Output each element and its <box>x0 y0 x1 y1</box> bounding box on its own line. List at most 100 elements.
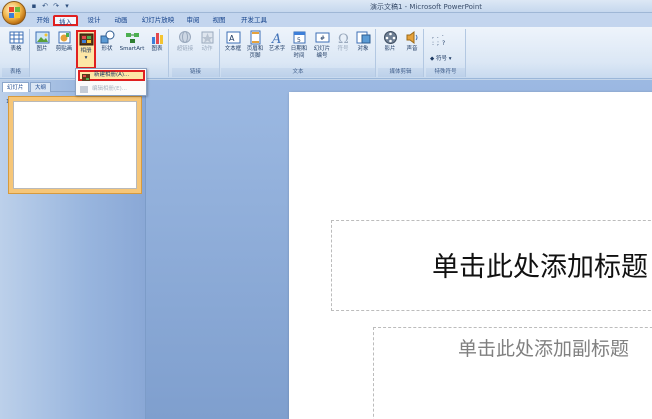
special-symbol-dropdown[interactable]: ◆ 符号 ▾ <box>430 54 452 62</box>
clipart-button[interactable]: 剪贴画 <box>53 30 75 53</box>
hyperlink-button[interactable]: 超链接 <box>174 30 196 53</box>
tab-view[interactable]: 视图 <box>208 15 230 26</box>
group-table: 表格 表格 <box>2 29 30 77</box>
datetime-label: 日期和 时间 <box>290 46 308 59</box>
picture-icon <box>35 31 49 44</box>
clipart-label: 剪贴画 <box>55 46 73 52</box>
table-label: 表格 <box>10 46 22 52</box>
tab-developer[interactable]: 开发工具 <box>236 15 272 26</box>
tab-insert[interactable]: 插入 <box>53 15 78 26</box>
calendar-icon: 5 <box>293 31 305 44</box>
group-special-symbols: ,.·:;? ◆ 符号 ▾ 特殊符号 <box>426 29 466 77</box>
tab-review[interactable]: 审阅 <box>183 15 203 26</box>
album-label: 相册 <box>80 48 92 54</box>
chevron-down-icon: ▾ <box>84 55 88 61</box>
chart-label: 图表 <box>151 46 163 52</box>
wordart-button[interactable]: A 艺术字 <box>267 30 287 53</box>
group-label-media: 媒体剪辑 <box>378 68 423 77</box>
symbol-label: 符号 <box>337 46 349 52</box>
slide-editing-area: 单击此处添加标题 单击此处添加副标题 <box>146 80 652 419</box>
wordart-icon: A <box>271 32 281 45</box>
picture-button[interactable]: 图片 <box>33 30 51 53</box>
group-links: 超链接 动作 链接 <box>172 29 220 77</box>
group-label-table: 表格 <box>2 68 29 77</box>
smartart-icon <box>125 33 139 43</box>
tab-home[interactable]: 开始 <box>32 15 54 26</box>
action-label: 动作 <box>201 46 213 52</box>
textbox-label: 文本框 <box>224 46 242 52</box>
bar-chart-icon <box>151 33 163 44</box>
chart-button[interactable]: 图表 <box>148 30 166 53</box>
header-footer-icon <box>250 30 260 45</box>
svg-text:A: A <box>229 34 235 43</box>
slide-number-button[interactable]: # 幻灯片 编号 <box>311 30 333 60</box>
tab-animation[interactable]: 动画 <box>110 15 132 26</box>
textbox-button[interactable]: A 文本框 <box>223 30 243 53</box>
film-reel-icon <box>383 31 397 44</box>
album-dropdown-menu: 新建相册(A)... 编辑相册(E)... <box>75 68 147 96</box>
smartart-label: SmartArt <box>119 46 145 52</box>
group-text: A 文本框 页眉和 页脚 A 艺术字 5 日期和 时间 # 幻灯片 编号 Ω 符… <box>221 29 376 77</box>
new-album-label: 新建相册(A)... <box>94 72 130 78</box>
action-star-icon <box>201 31 213 44</box>
table-icon <box>9 31 23 44</box>
photo-album-icon <box>79 33 93 46</box>
slide-canvas[interactable]: 单击此处添加标题 单击此处添加副标题 <box>289 92 652 419</box>
omega-symbol-icon: Ω <box>338 32 349 45</box>
group-label-text: 文本 <box>221 68 375 77</box>
diamond-icon: ◆ <box>430 56 435 62</box>
shapes-icon <box>100 30 114 44</box>
sound-label: 声音 <box>406 46 418 52</box>
speaker-icon <box>406 31 417 44</box>
slide-thumbnail <box>13 101 137 189</box>
object-icon <box>356 31 370 44</box>
shapes-label: 形状 <box>101 46 113 52</box>
object-button[interactable]: 对象 <box>353 30 373 53</box>
clipart-icon <box>58 31 70 44</box>
shapes-button[interactable]: 形状 <box>98 30 116 53</box>
slide-thumbnail-selected[interactable] <box>8 96 142 194</box>
office-logo-icon <box>9 7 20 18</box>
title-placeholder-text: 单击此处添加标题 <box>432 252 648 283</box>
special-symbol-label: 符号 <box>435 56 447 62</box>
textbox-icon: A <box>226 31 240 44</box>
special-symbol-grid[interactable]: ,.·:;? <box>432 33 448 47</box>
symbol-button[interactable]: Ω 符号 <box>334 30 352 53</box>
tab-outline[interactable]: 大纲 <box>30 82 52 92</box>
svg-text:Ω: Ω <box>338 32 349 45</box>
group-label-links: 链接 <box>172 68 219 77</box>
slide-number-label: 幻灯片 编号 <box>313 46 331 59</box>
sound-button[interactable]: 声音 <box>402 30 422 53</box>
chevron-down-icon: ▾ <box>448 56 452 62</box>
group-label-special: 特殊符号 <box>426 68 465 77</box>
svg-text:#: # <box>320 35 325 42</box>
smartart-button[interactable]: SmartArt <box>118 30 146 53</box>
edit-album-label: 编辑相册(E)... <box>92 86 128 92</box>
title-placeholder[interactable]: 单击此处添加标题 <box>331 220 652 311</box>
movie-button[interactable]: 影片 <box>380 30 400 53</box>
movie-label: 影片 <box>384 46 396 52</box>
svg-text:A: A <box>271 32 281 45</box>
table-button[interactable]: 表格 <box>4 30 28 53</box>
slide-number-icon: # <box>315 32 329 43</box>
picture-label: 图片 <box>36 46 48 52</box>
new-album-icon <box>82 74 90 81</box>
globe-link-icon <box>178 31 191 43</box>
tab-slides[interactable]: 幻灯片 <box>2 82 29 92</box>
window-title: 演示文稿1 - Microsoft PowerPoint <box>369 3 483 11</box>
subtitle-placeholder[interactable]: 单击此处添加副标题 <box>373 327 652 419</box>
header-footer-button[interactable]: 页眉和 页脚 <box>244 30 266 60</box>
album-button[interactable]: 相册 ▾ <box>76 30 96 69</box>
tab-design[interactable]: 设计 <box>83 15 105 26</box>
header-footer-label: 页眉和 页脚 <box>246 46 264 59</box>
edit-album-icon <box>80 86 88 93</box>
wordart-label: 艺术字 <box>268 46 286 52</box>
svg-text:5: 5 <box>297 37 301 44</box>
office-button[interactable] <box>2 1 26 25</box>
new-album-menu-item[interactable]: 新建相册(A)... <box>78 70 145 81</box>
datetime-button[interactable]: 5 日期和 时间 <box>288 30 310 60</box>
tab-slideshow[interactable]: 幻灯片放映 <box>138 15 178 26</box>
ribbon-tab-bar: 开始 插入 设计 动画 幻灯片放映 审阅 视图 开发工具 <box>0 13 652 27</box>
action-button[interactable]: 动作 <box>197 30 217 53</box>
edit-album-menu-item[interactable]: 编辑相册(E)... <box>78 84 145 95</box>
